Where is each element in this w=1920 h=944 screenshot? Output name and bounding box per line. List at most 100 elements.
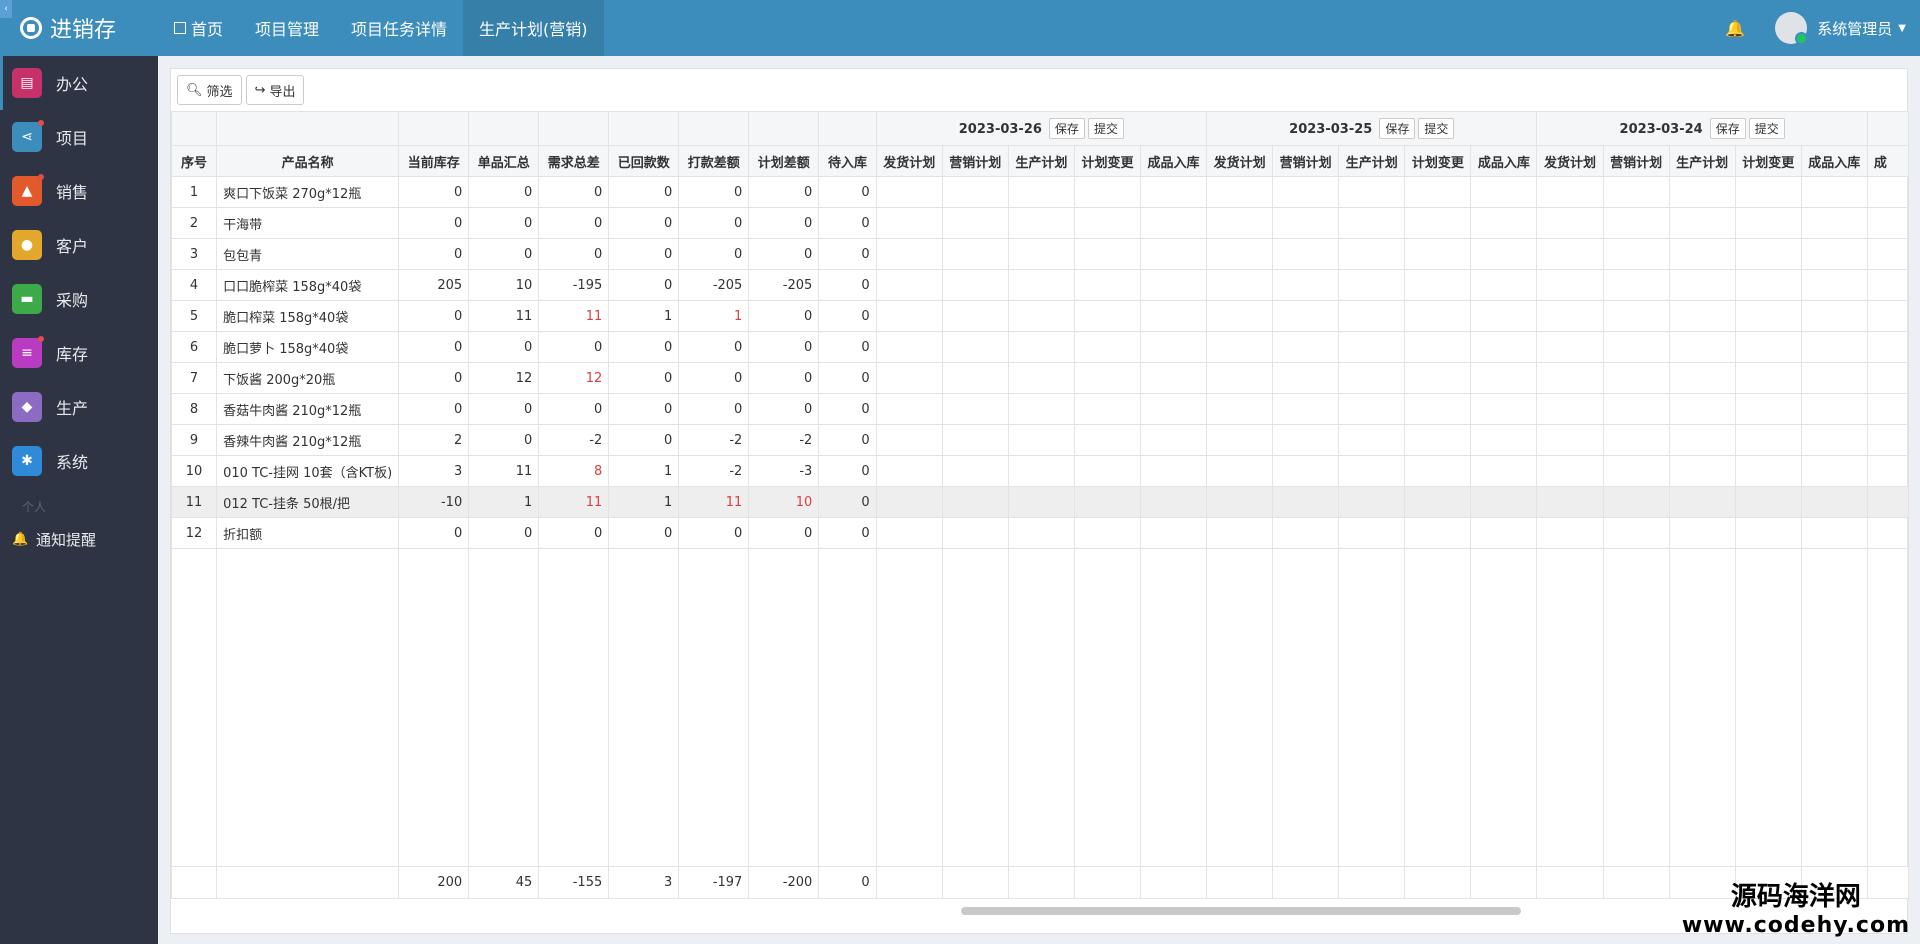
plan-input-cell[interactable] <box>1338 238 1406 270</box>
filter-button[interactable]: 🔍︎ 筛选 <box>177 75 242 105</box>
plan-input-cell[interactable] <box>1668 517 1736 549</box>
plan-input-cell[interactable] <box>875 238 943 270</box>
plan-input-cell[interactable] <box>1536 176 1604 208</box>
plan-input-cell[interactable] <box>1073 300 1141 332</box>
plan-input-cell[interactable] <box>1536 300 1604 332</box>
column-header[interactable]: 计划变更 <box>1404 145 1472 177</box>
plan-input-cell[interactable] <box>1800 269 1868 301</box>
plan-input-cell[interactable] <box>1404 486 1472 518</box>
plan-input-cell[interactable] <box>1338 517 1406 549</box>
plan-input-cell[interactable] <box>1800 238 1868 270</box>
plan-input-cell[interactable] <box>1602 331 1670 363</box>
submit-button[interactable]: 提交 <box>1418 118 1455 139</box>
plan-input-cell[interactable] <box>1007 176 1075 208</box>
plan-input-cell[interactable] <box>875 207 943 239</box>
plan-input-cell[interactable] <box>875 331 943 363</box>
plan-input-cell[interactable] <box>1206 238 1274 270</box>
column-header[interactable]: 计划变更 <box>1734 145 1802 177</box>
sidebar-item-notifications[interactable]: 🔔 通知提醒 <box>0 521 158 557</box>
plan-input-cell[interactable] <box>1139 269 1208 301</box>
plan-input-cell[interactable] <box>1734 455 1802 487</box>
plan-input-cell[interactable] <box>1338 207 1406 239</box>
plan-input-cell[interactable] <box>1602 300 1670 332</box>
table-row[interactable]: 4 口口脆榨菜 158g*40袋 205 10 -195 0 -205 -205 0 <box>171 269 1909 301</box>
plan-input-cell[interactable] <box>941 300 1009 332</box>
plan-input-cell[interactable] <box>1602 517 1670 549</box>
plan-input-cell[interactable] <box>1602 486 1670 518</box>
plan-input-cell[interactable] <box>1139 517 1208 549</box>
sidebar-collapse-icon[interactable]: ‹ <box>0 0 12 18</box>
plan-input-cell[interactable] <box>1139 486 1208 518</box>
plan-input-cell[interactable] <box>1866 517 1909 549</box>
plan-input-cell[interactable] <box>941 486 1009 518</box>
plan-input-cell[interactable] <box>1073 517 1141 549</box>
sidebar-item-8[interactable]: ✱ 系统 <box>0 434 158 488</box>
column-header[interactable]: 营销计划 <box>941 145 1009 177</box>
plan-input-cell[interactable] <box>1206 331 1274 363</box>
table-row[interactable]: 12 折扣额 0 0 0 0 0 0 0 <box>171 517 1909 549</box>
column-header[interactable]: 生产计划 <box>1338 145 1406 177</box>
table-row[interactable]: 10 010 TC-挂网 10套（含KT板) 3 11 8 1 -2 -3 0 <box>171 455 1909 487</box>
table-row[interactable]: 7 下饭酱 200g*20瓶 0 12 12 0 0 0 0 <box>171 362 1909 394</box>
column-header[interactable]: 成品入库 <box>1800 145 1868 177</box>
plan-input-cell[interactable] <box>1602 455 1670 487</box>
plan-input-cell[interactable] <box>1338 486 1406 518</box>
plan-input-cell[interactable] <box>1668 238 1736 270</box>
plan-input-cell[interactable] <box>1536 393 1604 425</box>
plan-input-cell[interactable] <box>941 424 1009 456</box>
plan-input-cell[interactable] <box>1007 455 1075 487</box>
plan-input-cell[interactable] <box>1734 269 1802 301</box>
plan-input-cell[interactable] <box>1470 331 1538 363</box>
plan-input-cell[interactable] <box>1007 269 1075 301</box>
plan-input-cell[interactable] <box>1139 424 1208 456</box>
plan-input-cell[interactable] <box>1602 207 1670 239</box>
plan-input-cell[interactable] <box>1800 455 1868 487</box>
plan-input-cell[interactable] <box>1404 331 1472 363</box>
column-header[interactable]: 成品入库 <box>1139 145 1208 177</box>
column-header[interactable]: 生产计划 <box>1668 145 1736 177</box>
plan-input-cell[interactable] <box>1866 331 1909 363</box>
column-header[interactable]: 需求总差 <box>538 145 610 177</box>
plan-input-cell[interactable] <box>1007 393 1075 425</box>
plan-input-cell[interactable] <box>1734 517 1802 549</box>
plan-input-cell[interactable] <box>1602 176 1670 208</box>
plan-input-cell[interactable] <box>941 238 1009 270</box>
plan-input-cell[interactable] <box>1668 207 1736 239</box>
plan-input-cell[interactable] <box>1866 424 1909 456</box>
column-header[interactable]: 营销计划 <box>1272 145 1340 177</box>
plan-input-cell[interactable] <box>1272 207 1340 239</box>
plan-input-cell[interactable] <box>1073 393 1141 425</box>
export-button[interactable]: ↪ 导出 <box>245 75 305 105</box>
plan-input-cell[interactable] <box>1007 517 1075 549</box>
plan-input-cell[interactable] <box>1536 424 1604 456</box>
plan-input-cell[interactable] <box>1734 238 1802 270</box>
column-header[interactable]: 营销计划 <box>1602 145 1670 177</box>
plan-input-cell[interactable] <box>1866 393 1909 425</box>
plan-input-cell[interactable] <box>1734 486 1802 518</box>
save-button[interactable]: 保存 <box>1048 118 1085 139</box>
plan-input-cell[interactable] <box>1536 269 1604 301</box>
plan-input-cell[interactable] <box>1139 393 1208 425</box>
plan-input-cell[interactable] <box>1007 486 1075 518</box>
plan-input-cell[interactable] <box>875 455 943 487</box>
plan-input-cell[interactable] <box>1206 176 1274 208</box>
column-header[interactable]: 发货计划 <box>1206 145 1274 177</box>
plan-input-cell[interactable] <box>1206 300 1274 332</box>
plan-input-cell[interactable] <box>1602 362 1670 394</box>
plan-input-cell[interactable] <box>1470 269 1538 301</box>
plan-input-cell[interactable] <box>1338 300 1406 332</box>
plan-input-cell[interactable] <box>1007 424 1075 456</box>
plan-input-cell[interactable] <box>1272 455 1340 487</box>
plan-input-cell[interactable] <box>941 393 1009 425</box>
column-header[interactable]: 发货计划 <box>1536 145 1604 177</box>
plan-input-cell[interactable] <box>1404 269 1472 301</box>
plan-input-cell[interactable] <box>1668 331 1736 363</box>
plan-input-cell[interactable] <box>1602 269 1670 301</box>
plan-input-cell[interactable] <box>941 517 1009 549</box>
plan-input-cell[interactable] <box>1338 331 1406 363</box>
plan-input-cell[interactable] <box>1206 455 1274 487</box>
plan-input-cell[interactable] <box>1866 238 1909 270</box>
plan-input-cell[interactable] <box>1536 455 1604 487</box>
plan-input-cell[interactable] <box>1800 362 1868 394</box>
plan-input-cell[interactable] <box>1668 424 1736 456</box>
